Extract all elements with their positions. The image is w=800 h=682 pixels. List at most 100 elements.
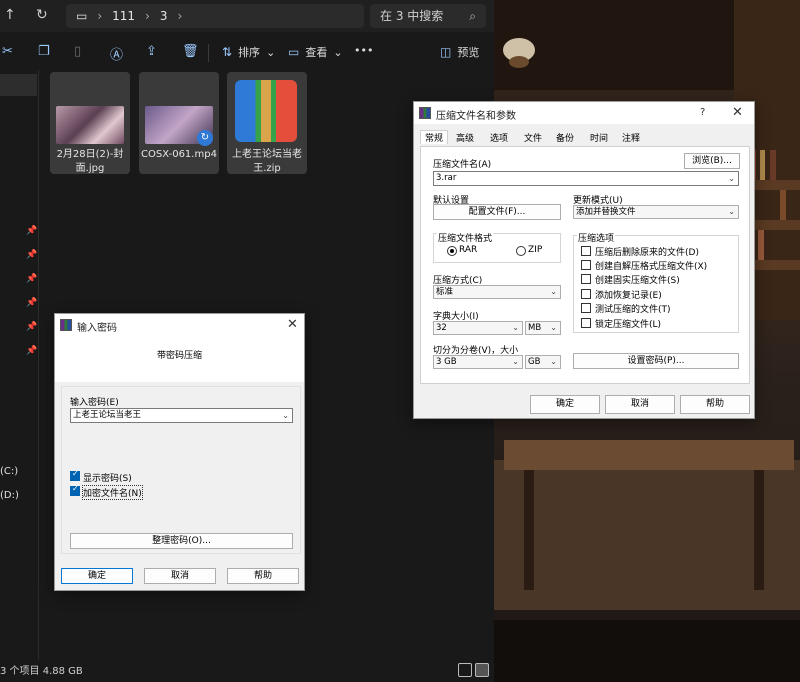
archive-name-dialog: 压缩文件名和参数 ? ✕ 常规 高级 选项 文件 备份 时间 注释 压缩文件名(… [413,101,755,419]
option-checkbox[interactable] [581,260,591,270]
organize-passwords-button[interactable]: 整理密码(O)... [70,533,293,549]
split-size-select[interactable]: 3 GB ⌄ [433,355,523,369]
ok-button[interactable]: 确定 [530,395,600,414]
breadcrumb-segment[interactable]: 3 [160,9,168,23]
rename-icon[interactable]: Ⓐ [110,44,123,63]
archive-strap [261,80,271,142]
encrypt-filenames-checkbox[interactable] [70,484,80,496]
file-item-jpg[interactable]: 2月28日(2)-封面.jpg [50,72,130,174]
update-mode-select[interactable]: 添加并替换文件 ⌄ [573,205,739,219]
show-password-label: 显示密码(S) [83,474,132,484]
help-icon[interactable]: ? [700,107,705,118]
encrypt-filenames-label: 加密文件名(N) [82,485,143,500]
file-item-mp4[interactable]: ↻ COSX-061.mp4 [139,72,219,174]
option-label: 测试压缩的文件(T) [595,305,671,315]
sort-button[interactable]: ⇅ 排序 ⌄ [222,44,275,60]
monitor-icon: ▭ [76,9,88,23]
ok-button[interactable]: 确定 [61,568,133,584]
tab-files[interactable]: 文件 [524,131,542,144]
preview-pane-button[interactable]: ◫ 预览 [440,44,479,60]
delete-icon[interactable]: 🗑 [182,44,199,59]
chevron-down-icon[interactable]: ⌄ [728,172,735,185]
zip-radio[interactable] [516,246,526,256]
update-mode-value: 添加并替换文件 [576,207,636,217]
status-bar: 3 个项目 4.88 GB [0,660,494,682]
option-label: 创建固实压缩文件(S) [595,276,680,286]
tab-advanced[interactable]: 高级 [456,131,474,144]
chevron-down-icon: ⌄ [728,207,735,216]
options-label: 压缩选项 [577,231,616,244]
toolbar-divider [208,44,209,62]
help-button[interactable]: 帮助 [680,395,750,414]
chevron-down-icon: ⌄ [512,357,519,366]
paste-icon[interactable]: ▯ [74,44,81,59]
more-options-icon[interactable]: ••• [354,44,373,57]
browse-button[interactable]: 浏览(B)... [684,153,740,169]
view-button[interactable]: ▭ 查看 ⌄ [288,44,343,60]
chevron-down-icon: ⌄ [333,45,343,59]
rar-radio[interactable] [447,246,457,256]
shortcut-badge-icon: ↻ [197,130,213,146]
rar-label: RAR [459,245,478,255]
view-label: 查看 [305,46,328,59]
method-select[interactable]: 标准 ⌄ [433,285,561,299]
share-icon[interactable]: ⇪ [146,44,157,59]
option-checkbox[interactable] [581,246,591,256]
help-button[interactable]: 帮助 [227,568,299,584]
tab-options[interactable]: 选项 [490,131,508,144]
close-icon[interactable]: ✕ [732,105,743,120]
dialog-title-bar[interactable]: 压缩文件名和参数 ? ✕ [414,102,754,124]
split-unit-select[interactable]: GB ⌄ [525,355,561,369]
close-icon[interactable]: ✕ [287,317,298,332]
cancel-button[interactable]: 取消 [605,395,675,414]
details-view-icon[interactable] [458,663,472,677]
cut-icon[interactable]: ✂ [2,44,13,59]
profiles-button[interactable]: 配置文件(F)... [433,204,561,220]
option-checkbox[interactable] [581,303,591,313]
pin-icon: 📌 [26,274,38,284]
option-label: 创建自解压格式压缩文件(X) [595,262,708,272]
winrar-archive-icon [235,80,297,142]
set-password-button[interactable]: 设置密码(P)... [573,353,739,369]
command-bar: ✂ ❐ ▯ Ⓐ ⇪ 🗑 ⇅ 排序 ⌄ ▭ 查看 ⌄ ••• ◫ 预览 [0,36,494,68]
option-checkbox[interactable] [581,289,591,299]
chevron-down-icon[interactable]: ⌄ [282,409,289,422]
dict-unit-select[interactable]: MB ⌄ [525,321,561,335]
refresh-icon[interactable]: ↻ [36,7,48,23]
split-size-value: 3 GB [436,357,457,367]
option-checkbox[interactable] [581,274,591,284]
up-arrow-icon[interactable]: ↑ [4,7,16,23]
dialog-title: 压缩文件名和参数 [436,111,516,122]
show-password-checkbox[interactable] [70,469,80,481]
tab-comment[interactable]: 注释 [622,131,640,144]
format-label: 压缩文件格式 [437,231,494,244]
dict-size-value: 32 [436,323,447,333]
chevron-down-icon: ⌄ [550,357,557,366]
breadcrumb-segment[interactable]: 111 [112,9,135,23]
drive-d[interactable]: (D:) [0,490,19,501]
search-input[interactable]: 在 3 中搜索 ⌕ [370,4,486,28]
tab-general[interactable]: 常规 [420,130,449,144]
address-bar-row: ↑ ↻ ▭ › 111 › 3 › 在 3 中搜索 ⌕ [0,0,494,32]
search-icon: ⌕ [469,9,476,23]
sort-label: 排序 [238,46,261,59]
archive-name-value: 3.rar [436,173,457,183]
large-icons-view-icon[interactable] [475,663,489,677]
nav-selected-item[interactable] [0,74,37,96]
drive-c[interactable]: (C:) [0,466,18,477]
dialog-title-bar[interactable]: 输入密码 ✕ [55,314,304,338]
tab-time[interactable]: 时间 [590,131,608,144]
option-checkbox[interactable] [581,318,591,328]
archive-name-input[interactable]: 3.rar ⌄ [433,171,739,186]
tab-strip: 常规 高级 选项 文件 备份 时间 注释 [414,124,754,148]
archive-name-label: 压缩文件名(A) [433,160,492,170]
dict-size-select[interactable]: 32 ⌄ [433,321,523,335]
pin-icon: 📌 [26,346,38,356]
copy-icon[interactable]: ❐ [38,44,50,59]
tab-backup[interactable]: 备份 [556,131,574,144]
password-input[interactable]: 上老王论坛当老王 ⌄ [70,408,293,423]
file-name: 上老王论坛当老王.zip [232,149,302,174]
cancel-button[interactable]: 取消 [144,568,216,584]
file-item-zip[interactable]: 上老王论坛当老王.zip [227,72,307,174]
address-box[interactable]: ▭ › 111 › 3 › [66,4,364,28]
